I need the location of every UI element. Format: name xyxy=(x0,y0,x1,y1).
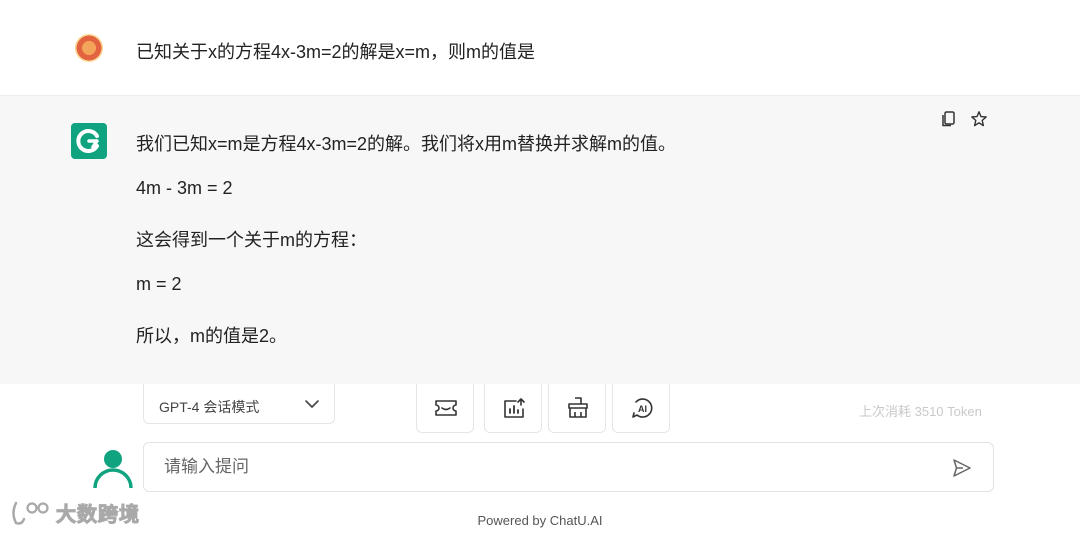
ai-button[interactable]: AI xyxy=(612,384,670,433)
prompt-input[interactable] xyxy=(164,456,924,478)
user-message-row: 已知关于x的方程4x-3m=2的解是x=m，则m的值是 xyxy=(0,0,1080,96)
message-actions xyxy=(940,110,990,130)
copy-icon[interactable] xyxy=(940,110,960,130)
stats-button[interactable] xyxy=(484,384,542,433)
bot-message-line: 所以，m的值是2。 xyxy=(136,326,288,346)
bot-message-line: 这会得到一个关于m的方程： xyxy=(136,230,367,250)
ticket-icon xyxy=(435,400,457,416)
chevron-down-icon xyxy=(305,400,319,408)
bot-message-row: 我们已知x=m是方程4x-3m=2的解。我们将x用m替换并求解m的值。 4m -… xyxy=(0,96,1080,384)
token-usage: 上次消耗 3510 Token xyxy=(859,404,982,419)
person-icon xyxy=(92,448,134,490)
bot-avatar xyxy=(71,123,107,159)
svg-text:AI: AI xyxy=(638,404,647,414)
model-select[interactable]: GPT-4 会话模式 xyxy=(143,384,335,424)
broom-icon xyxy=(568,397,588,418)
chatu-logo-icon xyxy=(76,129,99,153)
watermark-text: 大数跨境 xyxy=(56,504,140,527)
prompt-input-box[interactable] xyxy=(143,442,994,492)
input-area: GPT-4 会话模式 AI 上次消耗 3510 Token 请输入提问 Powe… xyxy=(0,384,1080,533)
send-button[interactable] xyxy=(951,457,973,479)
chart-upload-icon xyxy=(504,398,525,418)
watermark-logo-icon xyxy=(12,501,49,525)
clear-button[interactable] xyxy=(548,384,606,433)
ticket-button[interactable] xyxy=(416,384,474,433)
model-select-label: GPT-4 会话模式 xyxy=(159,399,260,415)
user-message-text: 已知关于x的方程4x-3m=2的解是x=m，则m的值是 xyxy=(136,42,536,62)
watermark: 大数跨境 xyxy=(10,498,140,527)
send-icon xyxy=(953,459,971,477)
bot-message-line: m = 2 xyxy=(136,274,182,294)
powered-by: Powered by ChatU.AI xyxy=(477,513,603,528)
user-avatar xyxy=(75,34,103,62)
bot-message-line: 4m - 3m = 2 xyxy=(136,178,233,198)
ai-icon: AI xyxy=(632,398,653,418)
star-icon[interactable] xyxy=(970,110,990,130)
bot-message-line: 我们已知x=m是方程4x-3m=2的解。我们将x用m替换并求解m的值。 xyxy=(136,134,677,154)
